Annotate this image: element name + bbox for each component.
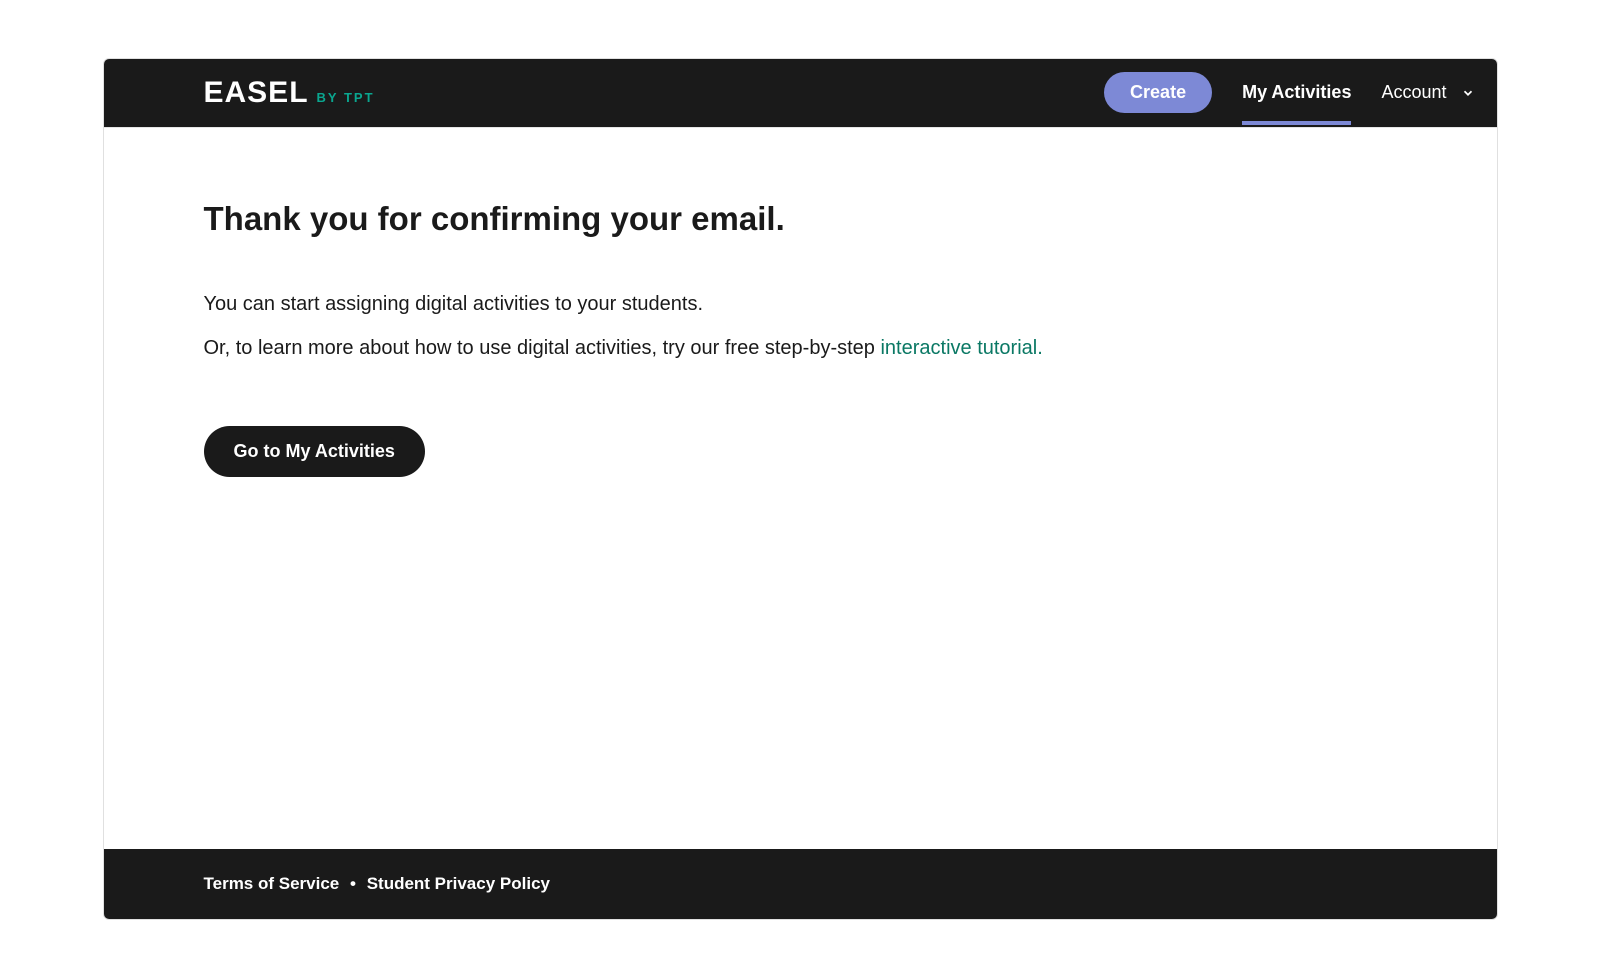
body-text-2: Or, to learn more about how to use digit… bbox=[204, 334, 1397, 362]
terms-of-service-link[interactable]: Terms of Service bbox=[204, 874, 340, 893]
interactive-tutorial-link[interactable]: interactive tutorial. bbox=[880, 337, 1042, 359]
main-content: Thank you for confirming your email. You… bbox=[104, 127, 1497, 849]
app-frame: EASEL BY TPT Create My Activities Accoun… bbox=[103, 58, 1498, 920]
footer-links: Terms of Service • Student Privacy Polic… bbox=[204, 874, 550, 894]
footer: Terms of Service • Student Privacy Polic… bbox=[104, 849, 1497, 919]
create-button[interactable]: Create bbox=[1104, 72, 1212, 113]
nav-account[interactable]: Account bbox=[1381, 82, 1474, 103]
body-text-2-prefix: Or, to learn more about how to use digit… bbox=[204, 337, 881, 359]
go-to-activities-button[interactable]: Go to My Activities bbox=[204, 426, 425, 477]
page-heading: Thank you for confirming your email. bbox=[204, 200, 1397, 238]
nav-my-activities[interactable]: My Activities bbox=[1242, 60, 1351, 125]
footer-separator: • bbox=[350, 874, 356, 893]
logo[interactable]: EASEL BY TPT bbox=[204, 76, 375, 110]
logo-sub-text: BY TPT bbox=[317, 90, 375, 105]
body-text-1: You can start assigning digital activiti… bbox=[204, 290, 1397, 318]
header-nav: Create My Activities Account bbox=[1104, 60, 1474, 125]
nav-account-label: Account bbox=[1381, 82, 1446, 103]
privacy-policy-link[interactable]: Student Privacy Policy bbox=[367, 874, 550, 893]
header: EASEL BY TPT Create My Activities Accoun… bbox=[104, 59, 1497, 127]
logo-main-text: EASEL bbox=[204, 76, 309, 110]
chevron-down-icon bbox=[1461, 86, 1475, 100]
